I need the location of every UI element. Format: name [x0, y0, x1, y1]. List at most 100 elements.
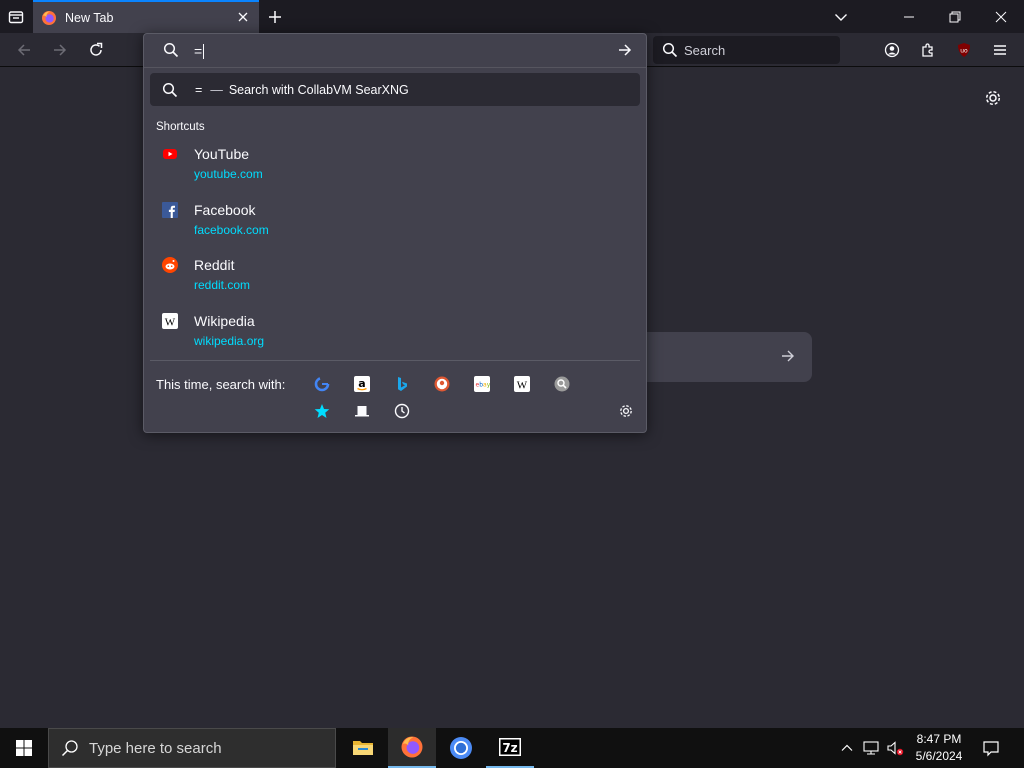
urlbar-input-row: = [144, 34, 646, 68]
action-center-button[interactable] [981, 738, 1001, 758]
tab-title: New Tab [65, 10, 114, 25]
close-tab-button[interactable] [235, 9, 251, 25]
shortcut-title: Facebook [194, 202, 256, 218]
shortcut-title: YouTube [194, 146, 250, 162]
text-caret [203, 43, 205, 59]
svg-text:ebay: ebay [476, 382, 491, 389]
folder-icon [353, 741, 373, 755]
hamburger-menu-icon [994, 45, 1006, 55]
youtube-icon [162, 146, 178, 162]
ublock-origin-button[interactable]: uo [954, 40, 974, 60]
restore-button[interactable] [932, 0, 978, 33]
shortcut-wikipedia[interactable]: W Wikipedia wikipedia.org [150, 308, 640, 358]
svg-text:W: W [165, 317, 176, 329]
toolbar-search-input[interactable]: Search [653, 36, 840, 64]
shortcut-url: youtube.com [194, 167, 263, 181]
amazon-icon[interactable]: a [353, 375, 371, 393]
result-separator: — [210, 82, 223, 97]
reload-button[interactable] [86, 40, 106, 60]
svg-text:W: W [517, 380, 528, 392]
bing-icon[interactable] [393, 375, 411, 393]
reload-icon [90, 42, 103, 56]
firefox-taskbar-button[interactable] [388, 728, 436, 768]
shortcut-title: Reddit [194, 257, 235, 273]
history-clock-icon[interactable] [393, 402, 411, 420]
notification-icon [983, 741, 999, 757]
urlbar-input-value: = [194, 43, 203, 59]
network-icon [863, 741, 879, 755]
search-icon [163, 42, 179, 58]
start-button[interactable] [0, 728, 48, 768]
shortcut-title: Wikipedia [194, 313, 255, 329]
plus-icon [269, 10, 281, 23]
account-button[interactable] [882, 40, 902, 60]
tab-strip: New Tab [0, 0, 1024, 33]
bookmarks-star-icon[interactable] [313, 402, 331, 420]
search-icon [662, 42, 678, 58]
gear-icon [620, 405, 632, 417]
network-button[interactable] [861, 738, 881, 758]
gear-icon [985, 90, 1001, 106]
result-query: = [195, 82, 203, 97]
tabs-icon[interactable] [353, 402, 371, 420]
svg-text:a: a [358, 377, 365, 390]
go-button[interactable] [617, 42, 633, 58]
system-clock[interactable]: 8:47 PM 5/6/2024 [906, 731, 972, 765]
shortcut-url: facebook.com [194, 223, 269, 237]
right-arrow-icon [619, 44, 632, 56]
shortcut-url: wikipedia.org [194, 334, 265, 348]
divider [150, 360, 640, 361]
7zip-logo-icon: 7z [499, 738, 521, 756]
searxng-icon[interactable] [553, 375, 571, 393]
oneoff-search-label: This time, search with: [156, 377, 286, 392]
facebook-icon [162, 202, 178, 218]
forward-button[interactable] [50, 40, 70, 60]
taskbar-search-placeholder: Type here to search [89, 739, 222, 757]
wikipedia-icon[interactable]: W [513, 375, 531, 393]
tab-new-tab[interactable]: New Tab [33, 0, 259, 33]
urlbar-input[interactable]: = [194, 41, 604, 61]
urlbar-popup: = = — Search with CollabVM SearXNG Short… [143, 33, 647, 433]
file-explorer-button[interactable] [339, 728, 387, 768]
back-button[interactable] [14, 40, 34, 60]
svg-text:uo: uo [960, 48, 968, 55]
shortcut-youtube[interactable]: YouTube youtube.com [150, 141, 640, 191]
close-icon [238, 12, 248, 22]
speaker-muted-icon [887, 741, 904, 756]
restore-icon [949, 11, 961, 22]
minimize-button[interactable] [886, 0, 932, 33]
shortcut-facebook[interactable]: Facebook facebook.com [150, 197, 640, 247]
forward-arrow-icon [54, 44, 67, 56]
windows-logo-icon [16, 740, 32, 756]
new-tab-button[interactable] [263, 0, 287, 33]
chevron-down-icon [835, 13, 847, 21]
show-hidden-icons-button[interactable] [837, 738, 857, 758]
extensions-button[interactable] [918, 40, 938, 60]
search-settings-button[interactable] [617, 402, 635, 420]
back-arrow-icon [17, 44, 30, 56]
urlbar-heuristic-result[interactable]: = — Search with CollabVM SearXNG [150, 73, 640, 106]
result-action-label: Search with CollabVM SearXNG [228, 82, 409, 97]
volume-button[interactable] [885, 738, 905, 758]
shortcut-reddit[interactable]: Reddit reddit.com [150, 252, 640, 302]
firefox-logo-icon [41, 10, 57, 26]
chromium-taskbar-button[interactable] [437, 728, 485, 768]
shortcut-url: reddit.com [194, 278, 251, 292]
firefox-view-button[interactable] [4, 0, 28, 33]
puzzle-icon [922, 43, 933, 57]
close-window-button[interactable] [978, 0, 1024, 33]
ebay-icon[interactable]: ebay [473, 375, 491, 393]
duckduckgo-icon[interactable] [433, 375, 451, 393]
clock-date: 5/6/2024 [915, 749, 963, 763]
newtab-search-field[interactable] [640, 332, 812, 382]
taskbar-search-box[interactable]: Type here to search [48, 728, 336, 768]
forward-arrow-icon[interactable] [780, 348, 796, 364]
app-menu-button[interactable] [990, 40, 1010, 60]
newtab-personalize-button[interactable] [983, 88, 1003, 108]
windows-taskbar: Type here to search 7z 8:47 PM 5/6/2024 [0, 728, 1024, 768]
list-all-tabs-button[interactable] [829, 0, 853, 33]
google-icon[interactable] [313, 375, 331, 393]
7zip-taskbar-button[interactable]: 7z [486, 728, 534, 768]
svg-text:7z: 7z [502, 741, 517, 755]
account-icon [884, 42, 900, 58]
